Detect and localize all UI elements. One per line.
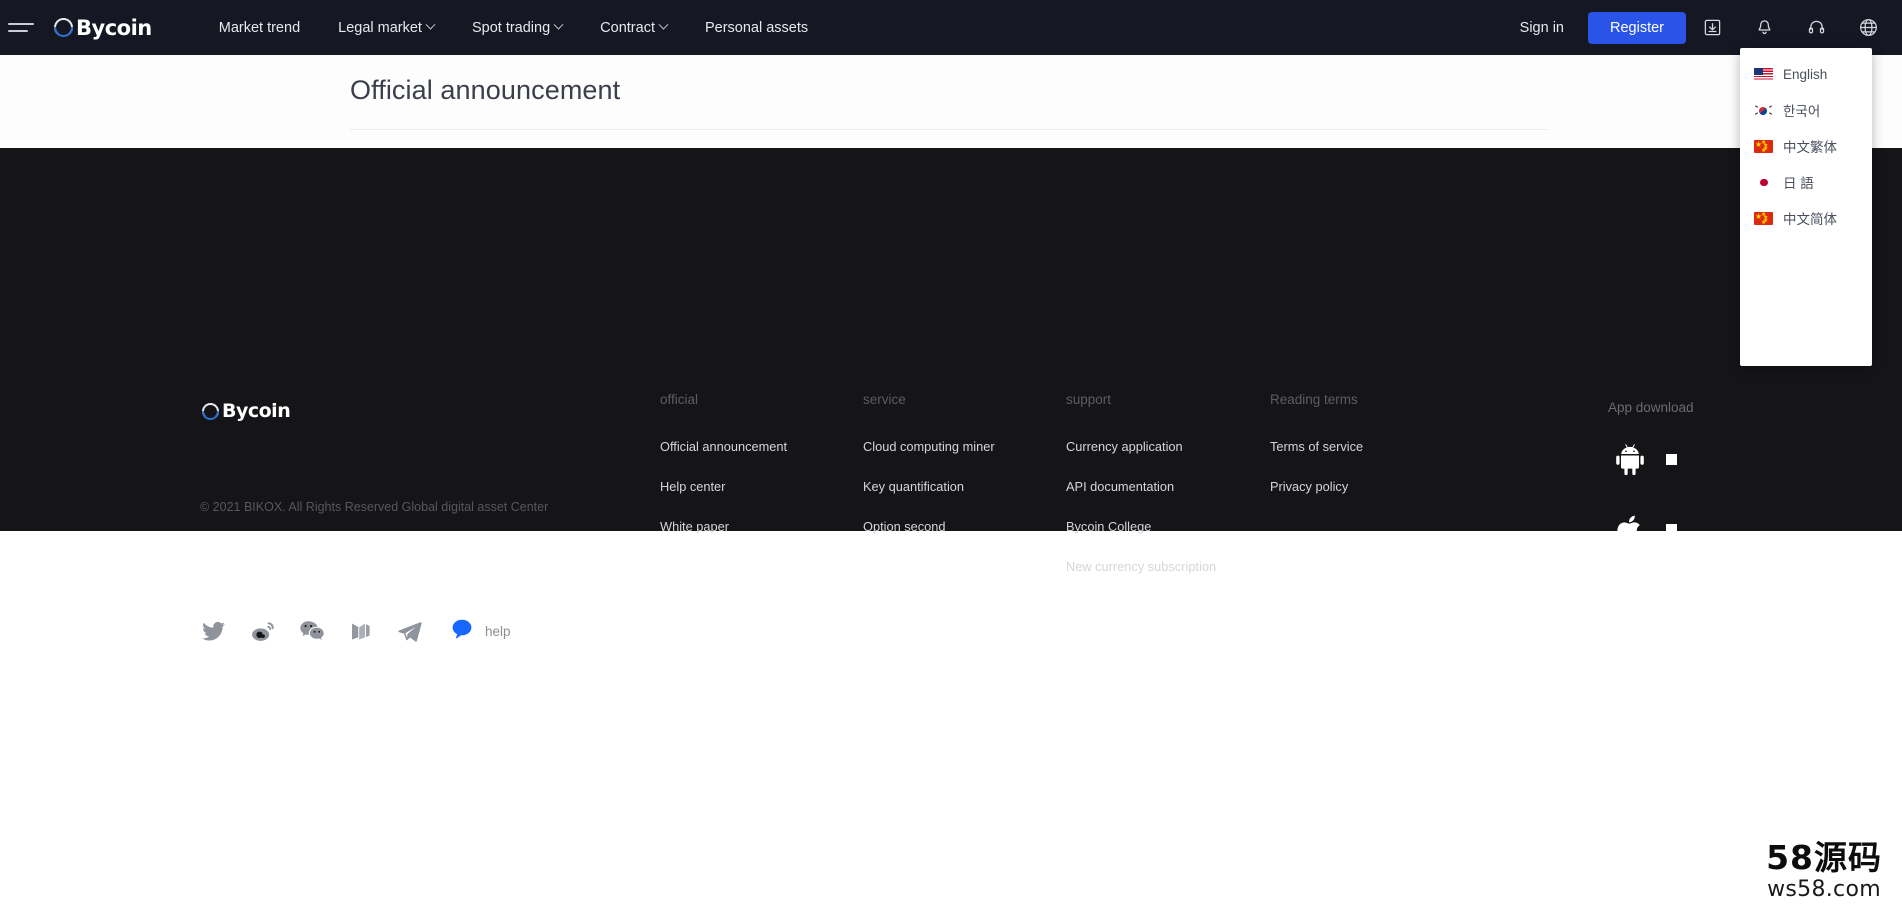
footer-link-white-paper[interactable]: White paper	[660, 519, 787, 534]
chevron-down-icon	[553, 19, 564, 30]
language-label: 日 語	[1783, 176, 1814, 191]
app-download-ios[interactable]	[1608, 507, 1694, 551]
footer-column-reading-terms: Reading terms Terms of service Privacy p…	[1270, 392, 1363, 519]
footer-link-official-announcement[interactable]: Official announcement	[660, 439, 787, 454]
nav-label: Legal market	[338, 19, 422, 36]
main-nav: Market trend Legal market Spot trading C…	[200, 0, 827, 55]
footer-link-new-currency-subscription[interactable]: New currency subscription	[1066, 559, 1216, 574]
language-label: 한국어	[1783, 104, 1821, 119]
app-download-android[interactable]	[1608, 437, 1694, 481]
footer-link-bycoin-college[interactable]: Bycoin College	[1066, 519, 1216, 534]
download-icon[interactable]	[1686, 0, 1738, 55]
help-label: help	[485, 623, 511, 639]
page-header-section: Official announcement	[0, 55, 1902, 148]
brand-logo[interactable]: Bycoin	[54, 16, 152, 40]
language-option-chinese-simplified[interactable]: ★ ★ ★ ★ ★ 中文简体	[1740, 200, 1872, 236]
footer-link-api-documentation[interactable]: API documentation	[1066, 479, 1216, 494]
footer-column-service: service Cloud computing miner Key quanti…	[863, 392, 995, 559]
chevron-down-icon	[425, 19, 436, 30]
twitter-icon[interactable]	[200, 618, 227, 645]
social-links: help	[200, 616, 511, 646]
android-icon	[1616, 444, 1644, 476]
nav-item-contract[interactable]: Contract	[581, 0, 686, 55]
app-download-title: App download	[1608, 400, 1694, 415]
register-button[interactable]: Register	[1588, 11, 1686, 44]
nav-label: Market trend	[218, 19, 301, 36]
language-label: 中文繁体	[1783, 140, 1837, 155]
chevron-down-icon	[658, 19, 669, 30]
footer-column-heading: support	[1066, 392, 1112, 407]
medium-icon[interactable]	[347, 618, 374, 645]
footer-link-key-quantification[interactable]: Key quantification	[863, 479, 995, 494]
site-footer: Bycoin © 2021 BIKOX. All Rights Reserved…	[0, 148, 1902, 642]
nav-item-legal-market[interactable]: Legal market	[319, 0, 453, 55]
footer-column-support: support Currency application API documen…	[1066, 392, 1216, 599]
language-label: English	[1783, 66, 1828, 82]
flag-cn-icon: ★ ★ ★ ★ ★	[1754, 211, 1773, 225]
footer-link-cloud-computing-miner[interactable]: Cloud computing miner	[863, 439, 995, 454]
flag-jp-icon	[1754, 175, 1773, 189]
footer-brand-logo[interactable]: Bycoin	[202, 400, 291, 422]
copyright-text: © 2021 BIKOX. All Rights Reserved Global…	[200, 500, 549, 514]
apple-icon	[1617, 515, 1641, 545]
language-option-english[interactable]: English	[1740, 56, 1872, 92]
telegram-icon[interactable]	[396, 618, 423, 645]
page-title: Official announcement	[350, 75, 621, 105]
chat-bubble-icon	[452, 619, 476, 642]
nav-item-personal-assets[interactable]: Personal assets	[686, 0, 827, 55]
sign-in-link[interactable]: Sign in	[1506, 20, 1578, 36]
brand-name: Bycoin	[76, 15, 152, 40]
watermark: 58源码 ws58.com	[1766, 831, 1882, 902]
nav-label: Personal assets	[704, 19, 809, 36]
flag-kr-icon	[1754, 103, 1773, 117]
android-qr-placeholder	[1666, 453, 1677, 465]
help-chat-button[interactable]: help	[449, 616, 511, 646]
footer-brand-name: Bycoin	[222, 400, 291, 422]
footer-column-heading: service	[863, 392, 906, 407]
footer-column-heading: Reading terms	[1270, 392, 1358, 407]
headset-icon[interactable]	[1790, 0, 1842, 55]
ios-qr-placeholder	[1666, 523, 1677, 535]
watermark-line2: ws58.com	[1767, 877, 1881, 902]
nav-label: Spot trading	[471, 19, 551, 36]
footer-column-official: official Official announcement Help cent…	[660, 392, 787, 559]
nav-label: Contract	[600, 19, 655, 36]
footer-link-help-center[interactable]: Help center	[660, 479, 787, 494]
footer-link-currency-application[interactable]: Currency application	[1066, 439, 1216, 454]
language-dropdown-menu[interactable]: English 한국어 ★ ★ ★ ★ ★ 中文繁体 日 語 ★ ★ ★ ★ ★ 中文简体	[1740, 48, 1872, 366]
globe-icon[interactable]	[1842, 0, 1894, 55]
nav-item-spot-trading[interactable]: Spot trading	[453, 0, 581, 55]
bycoin-logo-icon	[54, 18, 73, 37]
hamburger-menu-icon[interactable]	[8, 23, 38, 32]
footer-link-terms-of-service[interactable]: Terms of service	[1270, 439, 1363, 454]
watermark-line1: 58源码	[1766, 838, 1882, 877]
nav-item-market-trend[interactable]: Market trend	[200, 0, 319, 55]
footer-link-option-second[interactable]: Option second	[863, 519, 995, 534]
weibo-icon[interactable]	[249, 618, 276, 645]
footer-link-privacy-policy[interactable]: Privacy policy	[1270, 479, 1363, 494]
app-download-section: App download	[1608, 400, 1694, 551]
top-navigation-bar: Bycoin Market trend Legal market Spot tr…	[0, 0, 1902, 55]
bycoin-logo-icon	[202, 402, 219, 420]
language-label: 中文简体	[1783, 212, 1837, 227]
title-divider	[350, 129, 1548, 130]
language-option-chinese-traditional[interactable]: ★ ★ ★ ★ ★ 中文繁体	[1740, 128, 1872, 164]
bell-icon[interactable]	[1738, 0, 1790, 55]
footer-column-heading: official	[660, 392, 699, 407]
language-option-japanese[interactable]: 日 語	[1740, 164, 1872, 200]
flag-cn-icon: ★ ★ ★ ★ ★	[1754, 139, 1773, 153]
language-option-korean[interactable]: 한국어	[1740, 92, 1872, 128]
flag-us-icon	[1754, 67, 1773, 81]
header-actions: Sign in Register	[1506, 0, 1902, 55]
wechat-icon[interactable]	[298, 618, 325, 645]
page-root: Bycoin Market trend Legal market Spot tr…	[0, 0, 1902, 916]
